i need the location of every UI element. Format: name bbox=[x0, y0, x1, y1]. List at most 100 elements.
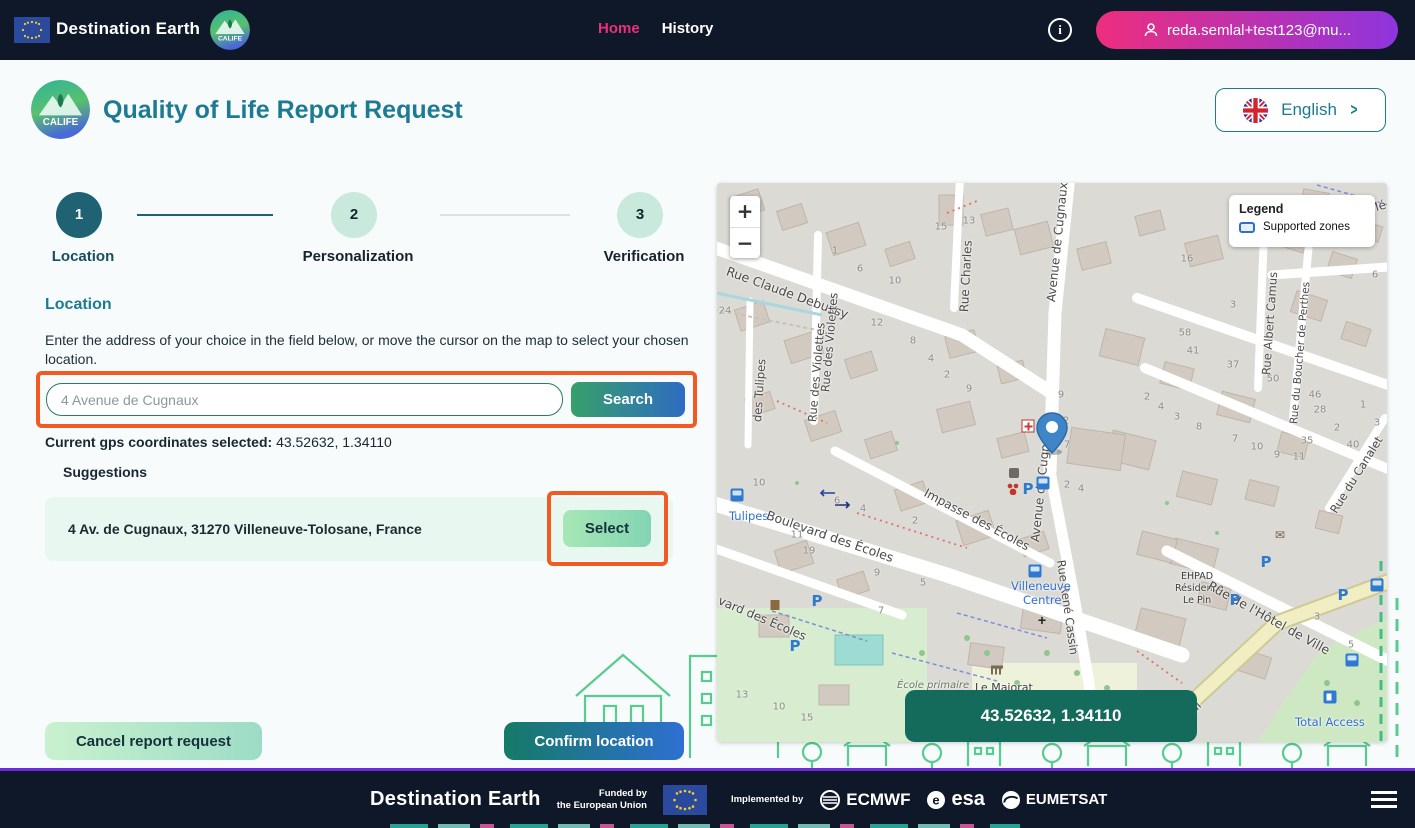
svg-text:CALIFE: CALIFE bbox=[218, 36, 243, 43]
step-1-circle[interactable]: 1 bbox=[56, 192, 102, 238]
map-street-label: Tulipes bbox=[729, 509, 768, 523]
map-canvas[interactable]: Rue Claude DebussyRue CharlesAvenue de C… bbox=[717, 183, 1387, 742]
map-house-number: 4 bbox=[860, 504, 866, 515]
map-house-number: 7 bbox=[1232, 434, 1238, 445]
step-2-circle[interactable]: 2 bbox=[331, 192, 377, 238]
map-house-number: 2 bbox=[1064, 480, 1070, 491]
esa-icon: e bbox=[926, 790, 946, 810]
step-connector-1 bbox=[137, 214, 273, 216]
map-house-number: 3 bbox=[1314, 612, 1320, 623]
menu-hamburger-icon[interactable] bbox=[1371, 791, 1397, 812]
language-selector-button[interactable]: English > bbox=[1215, 88, 1386, 132]
map-house-number: 28 bbox=[1314, 405, 1327, 416]
map-poi-P-icon: P bbox=[1230, 591, 1241, 609]
address-search-input[interactable] bbox=[46, 383, 563, 416]
map-house-number: 9 bbox=[966, 384, 972, 395]
language-label: English bbox=[1281, 100, 1337, 120]
map-street-label: Total Access bbox=[1295, 715, 1365, 729]
ecmwf-logo: ECMWF bbox=[819, 789, 910, 811]
map-legend: Legend Supported zones bbox=[1229, 195, 1375, 247]
suggestions-label: Suggestions bbox=[63, 464, 147, 480]
legend-item-label: Supported zones bbox=[1263, 221, 1350, 233]
map-poi-bin-icon bbox=[771, 600, 780, 610]
map-poi-fuel-icon bbox=[1324, 691, 1337, 704]
map-house-number: 4 bbox=[928, 354, 934, 365]
uk-flag-icon bbox=[1242, 97, 1269, 124]
confirm-location-button[interactable]: Confirm location bbox=[504, 722, 684, 760]
map-house-number: 19 bbox=[803, 546, 816, 557]
map-house-number: 4 bbox=[1158, 402, 1164, 413]
zoom-out-button[interactable]: − bbox=[730, 228, 760, 259]
map-house-number: 1 bbox=[832, 246, 838, 257]
map-street-label: Centre bbox=[1023, 593, 1061, 607]
search-button[interactable]: Search bbox=[571, 382, 685, 417]
map-zoom-control: + − bbox=[730, 196, 760, 258]
clipped-footer-links bbox=[390, 824, 1020, 828]
info-icon[interactable]: i bbox=[1048, 18, 1072, 42]
map-house-number: 58 bbox=[1179, 328, 1192, 339]
esa-logo: e esa bbox=[926, 788, 984, 811]
location-instructions: Enter the address of your choice in the … bbox=[45, 331, 700, 369]
step-1-label: Location bbox=[52, 248, 115, 265]
map-house-number: 5 bbox=[920, 578, 926, 589]
map-house-number: 50 bbox=[1267, 374, 1280, 385]
map-poi-bus-icon bbox=[1037, 477, 1050, 490]
map-house-number: 13 bbox=[736, 690, 749, 701]
svg-text:e: e bbox=[933, 792, 940, 807]
map-house-number: 2 bbox=[1334, 423, 1340, 434]
map-poi-P-icon: P bbox=[1261, 553, 1272, 571]
user-account-button[interactable]: reda.semlal+test123@mu... bbox=[1096, 11, 1398, 49]
map-poi-museum-icon bbox=[991, 666, 1003, 675]
gps-label: Current gps coordinates selected: bbox=[45, 434, 272, 450]
nav-history[interactable]: History bbox=[662, 20, 714, 37]
footer-brand: Destination Earth bbox=[370, 788, 541, 811]
map-poi-dot-icon bbox=[1009, 468, 1019, 478]
map-house-number: 8 bbox=[1196, 422, 1202, 433]
map-poi-bus-icon bbox=[1371, 579, 1384, 592]
map-house-number: 3 bbox=[1374, 418, 1380, 429]
map-house-number: 16 bbox=[1181, 254, 1194, 265]
step-connector-2 bbox=[440, 214, 570, 216]
brand-title: Destination Earth bbox=[56, 19, 200, 39]
map-house-number: 13 bbox=[963, 216, 976, 227]
cancel-report-button[interactable]: Cancel report request bbox=[45, 722, 262, 760]
select-suggestion-button[interactable]: Select bbox=[563, 510, 651, 547]
map-house-number: 37 bbox=[1227, 360, 1240, 371]
map-poi-bus-icon bbox=[1346, 654, 1359, 667]
legend-title: Legend bbox=[1239, 202, 1365, 216]
map-house-number: 10 bbox=[753, 478, 766, 489]
map-house-number: 8 bbox=[910, 336, 916, 347]
map-house-number: 9 bbox=[874, 568, 880, 579]
map-house-number: 12 bbox=[871, 318, 884, 329]
map-poi-P-icon: P bbox=[790, 637, 801, 655]
map-house-number: 46 bbox=[1309, 390, 1322, 401]
map-house-number: 15 bbox=[801, 713, 814, 724]
map-house-number: 2 bbox=[1144, 392, 1150, 403]
map-poi-cross-icon bbox=[1022, 420, 1035, 433]
map-house-number: 4 bbox=[1078, 484, 1084, 495]
step-3-label: Verification bbox=[604, 248, 685, 265]
map-house-number: 6 bbox=[857, 264, 863, 275]
map-house-number: 6 bbox=[834, 496, 840, 507]
step-2-label: Personalization bbox=[303, 248, 414, 265]
map-house-number: 40 bbox=[1347, 440, 1360, 451]
suggestion-row[interactable]: 4 Av. de Cugnaux, 31270 Villeneuve-Tolos… bbox=[45, 497, 673, 561]
map-pin[interactable] bbox=[1035, 411, 1069, 455]
map-house-number: 9 bbox=[1058, 390, 1064, 401]
map-house-number: 3 bbox=[1230, 300, 1236, 311]
step-3-circle[interactable]: 3 bbox=[617, 192, 663, 238]
califa-page-logo-icon: CALIFE bbox=[31, 80, 90, 139]
svg-text:CALIFE: CALIFE bbox=[43, 117, 79, 128]
nav-home[interactable]: Home bbox=[598, 20, 640, 37]
ecmwf-icon bbox=[819, 789, 841, 811]
top-navigation: Home History bbox=[598, 20, 713, 37]
footer: Destination Earth Funded by the European… bbox=[0, 768, 1415, 828]
top-navbar: Destination Earth CALIFE Home History i … bbox=[0, 0, 1415, 60]
califa-logo-icon: CALIFE bbox=[210, 10, 250, 50]
map-poi-church-icon: + bbox=[1038, 612, 1046, 628]
zoom-in-button[interactable]: + bbox=[730, 196, 760, 227]
eumetsat-icon bbox=[1001, 790, 1021, 810]
map-house-number: 10 bbox=[1251, 442, 1264, 453]
suggestion-address: 4 Av. de Cugnaux, 31270 Villeneuve-Tolos… bbox=[68, 521, 422, 537]
map-poi-bus-icon bbox=[1029, 565, 1042, 578]
